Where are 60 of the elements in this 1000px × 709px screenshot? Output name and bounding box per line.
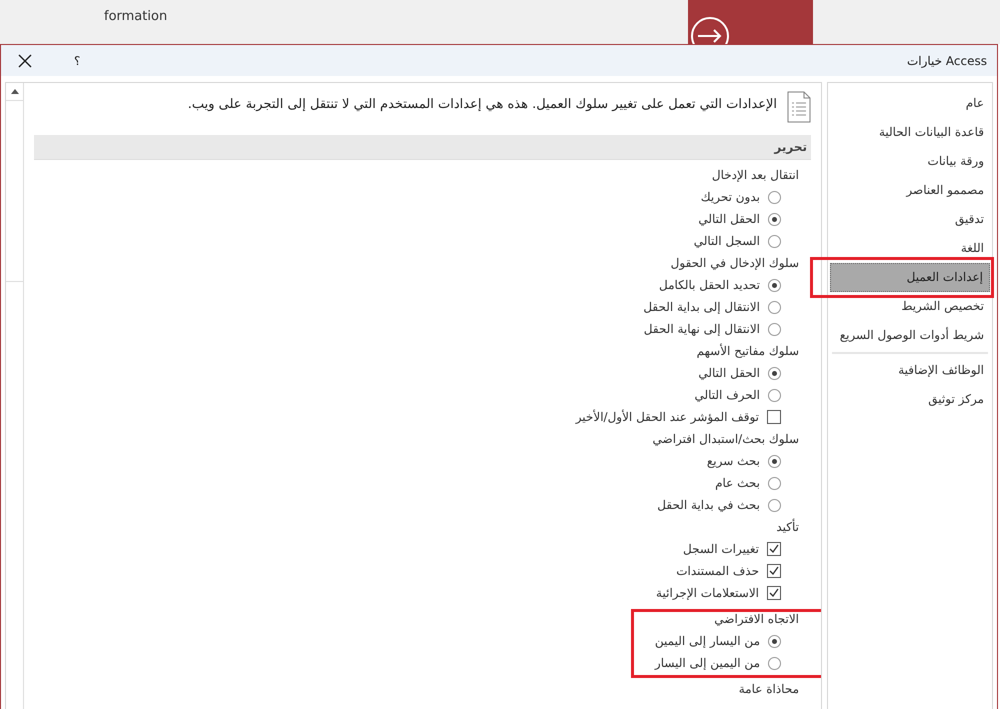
- group-label: محاذاة عامة: [738, 681, 800, 698]
- section-header: تحرير: [34, 135, 811, 160]
- option-label: الانتقال إلى نهاية الحقل: [644, 322, 760, 336]
- radio-button[interactable]: [768, 388, 781, 402]
- option-label: بدون تحريك: [700, 190, 760, 204]
- radio-button[interactable]: [768, 656, 781, 670]
- radio-button[interactable]: [768, 190, 781, 204]
- radio-button[interactable]: [768, 476, 781, 490]
- sidebar-item[interactable]: مصممو العناصر: [830, 176, 990, 205]
- option-label: بحث عام: [715, 476, 760, 490]
- tab-text: formation: [104, 9, 168, 24]
- option-label: من اليمين إلى اليسار: [654, 656, 760, 670]
- group-label: سلوك مفاتيح الأسهم: [696, 342, 800, 360]
- sidebar-item[interactable]: تخصيص الشريط: [830, 292, 990, 321]
- radio-button[interactable]: [768, 212, 781, 226]
- group-label: الاتجاه الافتراضي: [713, 611, 800, 628]
- sidebar-item[interactable]: قاعدة البيانات الحالية: [830, 118, 990, 147]
- description-text: الإعدادات التي تعمل على تغيير سلوك العميل. هذه هي إعدادات المستخدم التي لا تنتقل إلى التجربة على ويب.: [188, 96, 777, 112]
- option-label: حذف المستندات: [676, 564, 759, 578]
- option-label: الانتقال إلى بداية الحقل: [643, 300, 760, 314]
- radio-button[interactable]: [768, 234, 781, 248]
- sidebar-item[interactable]: مركز توثيق: [830, 385, 990, 414]
- sidebar-item[interactable]: اللغة: [830, 234, 990, 263]
- option-label: الحقل التالي: [698, 212, 760, 226]
- radio-button[interactable]: [768, 634, 781, 648]
- option-label: بحث في بداية الحقل: [657, 498, 760, 512]
- radio-button[interactable]: [768, 300, 781, 314]
- option-label: الحقل التالي: [698, 366, 760, 380]
- document-icon: [787, 91, 811, 123]
- checkbox[interactable]: [767, 586, 781, 600]
- checkbox[interactable]: [767, 410, 781, 424]
- sidebar-item[interactable]: ورقة بيانات: [830, 147, 990, 176]
- option-label: السجل التالي: [694, 234, 760, 248]
- group-label: تأكيد: [775, 518, 800, 536]
- help-button[interactable]: ؟: [74, 54, 80, 68]
- option-label: تغييرات السجل: [683, 542, 759, 556]
- sidebar-item[interactable]: الوظائف الإضافية: [830, 356, 990, 385]
- radio-button[interactable]: [768, 322, 781, 336]
- group-label: سلوك بحث/استبدال افتراضي: [652, 431, 800, 448]
- close-icon[interactable]: [18, 54, 32, 68]
- option-label: بحث سريع: [706, 454, 760, 468]
- option-label: الاستعلامات الإجرائية: [656, 586, 759, 600]
- sidebar-item[interactable]: إعدادات العميل: [830, 263, 990, 292]
- group-label: انتقال بعد الإدخال: [710, 167, 800, 184]
- option-label: توقف المؤشر عند الحقل الأول/الأخير: [576, 410, 759, 424]
- sidebar-item[interactable]: تدقيق: [830, 205, 990, 234]
- checkbox[interactable]: [767, 542, 781, 556]
- radio-button[interactable]: [768, 454, 781, 468]
- window-title: خيارات Access: [906, 54, 987, 68]
- radio-button[interactable]: [768, 366, 781, 380]
- option-label: تحديد الحقل بالكامل: [659, 278, 760, 292]
- sidebar-item[interactable]: عام: [830, 89, 990, 118]
- checkbox[interactable]: [767, 564, 781, 578]
- group-label: سلوك الإدخال في الحقول: [670, 255, 800, 272]
- scroll-up-arrow-icon[interactable]: [10, 89, 18, 94]
- option-label: الحرف التالي: [694, 388, 760, 402]
- radio-button[interactable]: [768, 278, 781, 292]
- radio-button[interactable]: [768, 498, 781, 512]
- sidebar-item[interactable]: شريط أدوات الوصول السريع: [830, 321, 990, 350]
- option-label: من اليسار إلى اليمين: [654, 634, 760, 648]
